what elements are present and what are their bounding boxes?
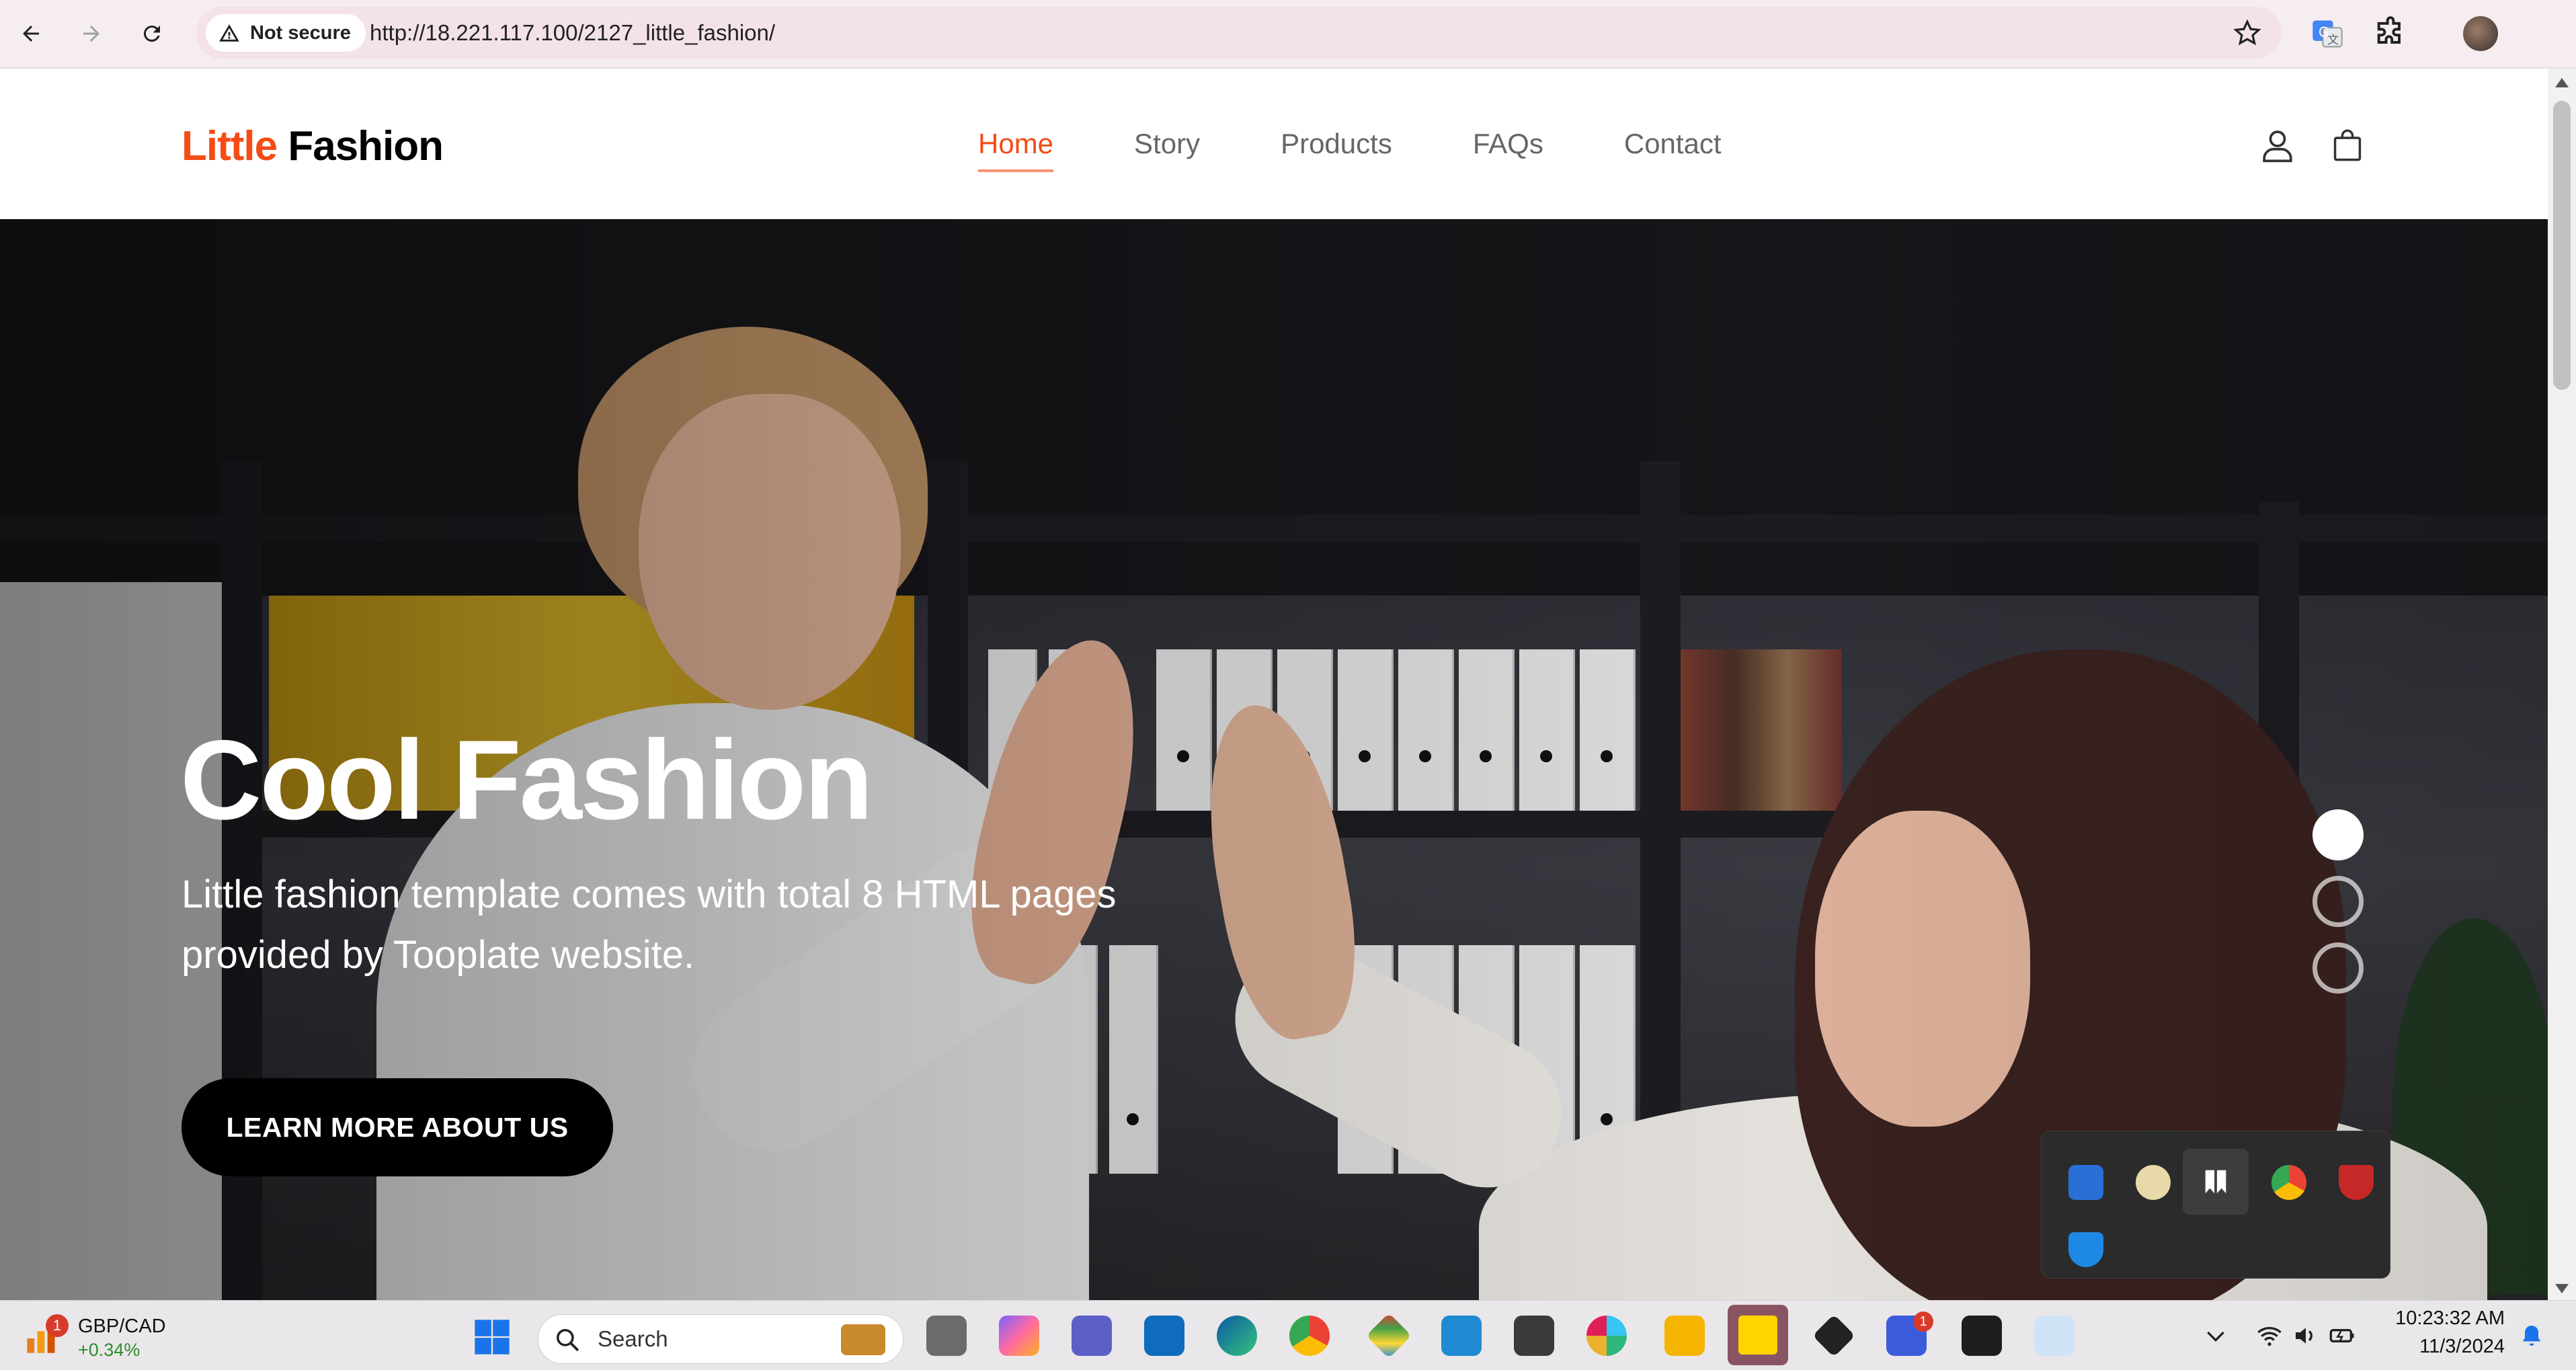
- google-translate-icon[interactable]: G文: [2310, 16, 2345, 51]
- bookmarks-app-icon[interactable]: [2183, 1149, 2249, 1215]
- terminal-icon[interactable]: [1962, 1316, 2002, 1356]
- snipping-tool-icon[interactable]: [1514, 1316, 1554, 1356]
- edge-icon[interactable]: [1217, 1316, 1257, 1356]
- file-explorer-icon[interactable]: [1664, 1316, 1705, 1356]
- windows-start-icon[interactable]: [473, 1318, 511, 1356]
- user-icon[interactable]: [2259, 126, 2296, 164]
- teams-icon[interactable]: [1072, 1316, 1112, 1356]
- browser-toolbar: Not secure http://18.221.117.100/2127_li…: [0, 0, 2576, 69]
- copilot-icon[interactable]: [999, 1316, 1039, 1356]
- reload-button[interactable]: [133, 15, 171, 52]
- wifi-icon[interactable]: [2256, 1322, 2283, 1349]
- warning-icon: [219, 24, 239, 42]
- nav-contact[interactable]: Contact: [1624, 128, 1722, 160]
- carousel-dot-1[interactable]: [2312, 809, 2364, 860]
- dev-app-icon[interactable]: [1812, 1314, 1855, 1357]
- learn-more-button[interactable]: LEARN MORE ABOUT US: [182, 1078, 613, 1176]
- carousel-dot-3[interactable]: [2312, 942, 2364, 994]
- taskbar: 1 GBP/CAD +0.34% Search 1 10:23:32 AM 11…: [0, 1300, 2576, 1370]
- clock-date[interactable]: 11/3/2024: [2390, 1336, 2505, 1358]
- arrow-left-icon: [23, 26, 39, 42]
- hero-subtitle: Little fashion template comes with total…: [182, 873, 1117, 977]
- url-text[interactable]: http://18.221.117.100/2127_little_fashio…: [370, 7, 775, 59]
- bookmark-star-icon[interactable]: [2233, 19, 2261, 47]
- slack-icon[interactable]: [1586, 1316, 1627, 1356]
- vscode-icon[interactable]: [1441, 1316, 1482, 1356]
- svg-text:文: 文: [2327, 34, 2339, 47]
- widget-badge: 1: [46, 1314, 69, 1337]
- clock-time[interactable]: 10:23:32 AM: [2390, 1307, 2505, 1330]
- search-label: Search: [598, 1326, 668, 1351]
- chrome-tray-icon[interactable]: [2271, 1165, 2306, 1200]
- chrome-icon[interactable]: [1289, 1316, 1330, 1356]
- main-nav: Home Story Products FAQs Contact: [978, 128, 1802, 172]
- scroll-thumb[interactable]: [2553, 101, 2571, 390]
- volume-icon[interactable]: [2292, 1322, 2319, 1349]
- address-bar[interactable]: Not secure http://18.221.117.100/2127_li…: [196, 7, 2282, 59]
- teams-badge: 1: [1913, 1312, 1933, 1332]
- nav-story[interactable]: Story: [1134, 128, 1200, 160]
- notepad-icon[interactable]: [2034, 1316, 2075, 1356]
- sticky-notes-icon[interactable]: [1728, 1305, 1788, 1365]
- security-shield-icon[interactable]: [2339, 1165, 2374, 1200]
- webpage: Little Fashion Home Story Products FAQs …: [0, 69, 2548, 1300]
- page-scrollbar[interactable]: [2548, 69, 2576, 1300]
- nav-faqs[interactable]: FAQs: [1473, 128, 1543, 160]
- carousel-dot-2[interactable]: [2312, 876, 2364, 927]
- git-app-icon[interactable]: [1366, 1313, 1412, 1359]
- nav-products[interactable]: Products: [1281, 128, 1392, 160]
- currency-change: +0.34%: [78, 1340, 140, 1360]
- meet-now-icon[interactable]: [2068, 1165, 2103, 1200]
- currency-widget[interactable]: 1 GBP/CAD +0.34%: [24, 1312, 179, 1360]
- brand-accent: Little: [182, 123, 278, 169]
- hero-title: Cool Fashion: [180, 717, 873, 843]
- outlook-icon[interactable]: [1144, 1316, 1184, 1356]
- brand-main: Fashion: [288, 123, 444, 169]
- shopping-bag-icon[interactable]: [2330, 126, 2365, 164]
- back-button[interactable]: [12, 15, 50, 52]
- security-indicator[interactable]: Not secure: [206, 14, 366, 52]
- security-label: Not secure: [250, 22, 351, 44]
- search-icon: [557, 1329, 579, 1352]
- site-header: Little Fashion Home Story Products FAQs …: [0, 69, 2548, 219]
- profile-avatar[interactable]: [2463, 16, 2498, 51]
- reload-icon: [143, 26, 160, 42]
- tray-overflow-popup: [2041, 1131, 2390, 1279]
- battery-icon[interactable]: [2329, 1322, 2356, 1349]
- brand-logo[interactable]: Little Fashion: [182, 122, 444, 170]
- chevron-up-icon[interactable]: [2202, 1322, 2229, 1349]
- notification-bell-icon[interactable]: [2518, 1322, 2545, 1349]
- task-view-icon[interactable]: [926, 1316, 967, 1356]
- nav-home[interactable]: Home: [978, 128, 1054, 172]
- defender-icon[interactable]: [2068, 1232, 2103, 1267]
- arrow-right-icon: [83, 26, 99, 42]
- disc-app-icon[interactable]: [2136, 1165, 2171, 1200]
- extensions-puzzle-icon[interactable]: [2373, 16, 2408, 51]
- scroll-up-arrow[interactable]: [2555, 78, 2569, 87]
- taskbar-search[interactable]: Search: [538, 1314, 903, 1364]
- forward-button[interactable]: [73, 15, 110, 52]
- briefcase-icon: [841, 1324, 885, 1355]
- scroll-down-arrow[interactable]: [2555, 1284, 2569, 1293]
- currency-pair: GBP/CAD: [78, 1316, 166, 1337]
